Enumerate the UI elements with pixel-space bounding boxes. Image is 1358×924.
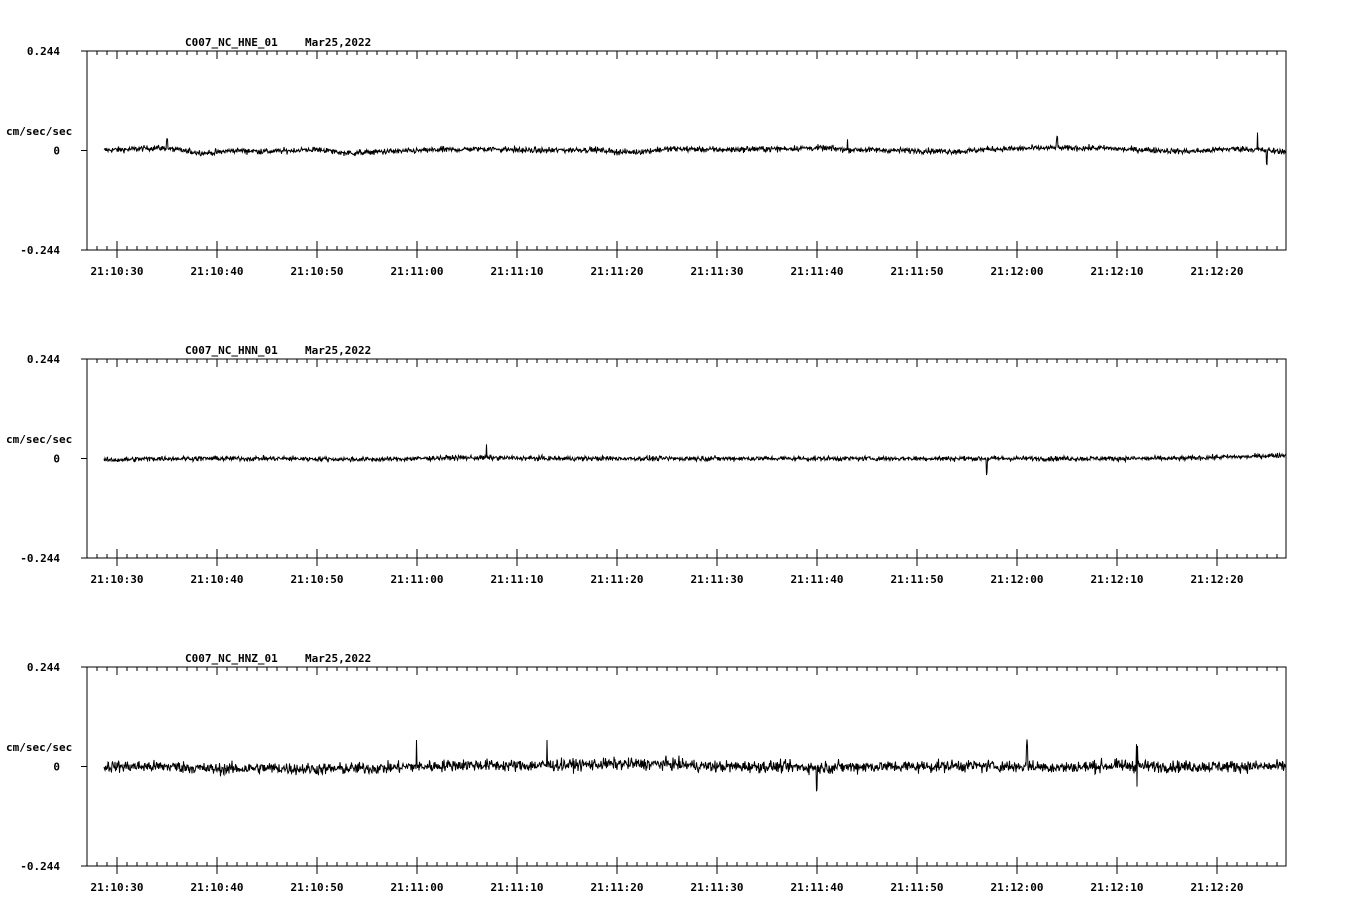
panel-title: C007_NC_HNN_01 — [185, 344, 278, 357]
panel-title: C007_NC_HNZ_01 — [185, 652, 278, 665]
y-tick-label: 0.244 — [27, 45, 60, 58]
x-tick-label: 21:11:10 — [491, 265, 544, 278]
x-tick-label: 21:10:50 — [291, 881, 344, 894]
panel-date: Mar25,2022 — [305, 344, 371, 357]
x-tick-label: 21:10:50 — [291, 573, 344, 586]
x-tick-label: 21:12:00 — [991, 573, 1044, 586]
x-tick-label: 21:12:10 — [1091, 573, 1144, 586]
x-tick-label: 21:11:00 — [391, 573, 444, 586]
x-tick-label: 21:11:40 — [791, 573, 844, 586]
panel-date: Mar25,2022 — [305, 652, 371, 665]
x-tick-label: 21:10:30 — [91, 881, 144, 894]
waveform-line — [103, 739, 1287, 792]
x-tick-label: 21:11:30 — [691, 573, 744, 586]
x-tick-label: 21:12:20 — [1191, 265, 1244, 278]
seismo-panel-1: 0.244 0 -0.244 cm/sec/sec C007_NC_HNE_01 Mar2… — [6, 36, 1287, 278]
y-axis-label: cm/sec/sec — [6, 125, 72, 138]
x-tick-label: 21:10:40 — [191, 573, 244, 586]
x-tick-label: 21:10:40 — [191, 265, 244, 278]
seismogram-chart: 0.244 0 -0.244 cm/sec/sec C007_NC_HNE_01 Mar2… — [6, 36, 1287, 894]
panel-date: Mar25,2022 — [305, 36, 371, 49]
y-tick-label: 0 — [53, 145, 60, 158]
x-tick-label: 21:11:30 — [691, 881, 744, 894]
x-tick-label: 21:11:10 — [491, 881, 544, 894]
x-tick-label: 21:11:40 — [791, 265, 844, 278]
x-tick-label: 21:11:00 — [391, 881, 444, 894]
x-tick-label: 21:12:10 — [1091, 881, 1144, 894]
x-tick-label: 21:10:30 — [91, 265, 144, 278]
y-tick-label: -0.244 — [20, 244, 60, 257]
y-tick-label: 0.244 — [27, 661, 60, 674]
seismo-panel-3: 0.244 0 -0.244 cm/sec/sec C007_NC_HNZ_01 Mar2… — [6, 652, 1287, 894]
panel-title: C007_NC_HNE_01 — [185, 36, 278, 49]
x-tick-label: 21:11:20 — [591, 265, 644, 278]
x-tick-label: 21:12:20 — [1191, 881, 1244, 894]
x-tick-label: 21:10:30 — [91, 573, 144, 586]
x-tick-label: 21:11:50 — [891, 881, 944, 894]
y-tick-label: 0 — [53, 761, 60, 774]
x-tick-label: 21:12:10 — [1091, 265, 1144, 278]
waveform-line — [103, 444, 1287, 476]
waveform-line — [103, 132, 1287, 166]
x-tick-label: 21:12:00 — [991, 881, 1044, 894]
x-tick-label: 21:10:50 — [291, 265, 344, 278]
y-tick-label: 0.244 — [27, 353, 60, 366]
x-tick-label: 21:11:40 — [791, 881, 844, 894]
y-axis-label: cm/sec/sec — [6, 741, 72, 754]
x-tick-label: 21:11:10 — [491, 573, 544, 586]
x-tick-label: 21:11:20 — [591, 881, 644, 894]
y-tick-label: -0.244 — [20, 860, 60, 873]
y-tick-label: -0.244 — [20, 552, 60, 565]
x-tick-label: 21:12:20 — [1191, 573, 1244, 586]
y-axis-label: cm/sec/sec — [6, 433, 72, 446]
x-tick-label: 21:11:50 — [891, 265, 944, 278]
x-tick-label: 21:11:50 — [891, 573, 944, 586]
x-tick-label: 21:11:00 — [391, 265, 444, 278]
y-tick-label: 0 — [53, 453, 60, 466]
x-tick-label: 21:10:40 — [191, 881, 244, 894]
x-tick-label: 21:11:30 — [691, 265, 744, 278]
x-tick-label: 21:11:20 — [591, 573, 644, 586]
x-tick-label: 21:12:00 — [991, 265, 1044, 278]
seismo-panel-2: 0.244 0 -0.244 cm/sec/sec C007_NC_HNN_01 Mar2… — [6, 344, 1287, 586]
